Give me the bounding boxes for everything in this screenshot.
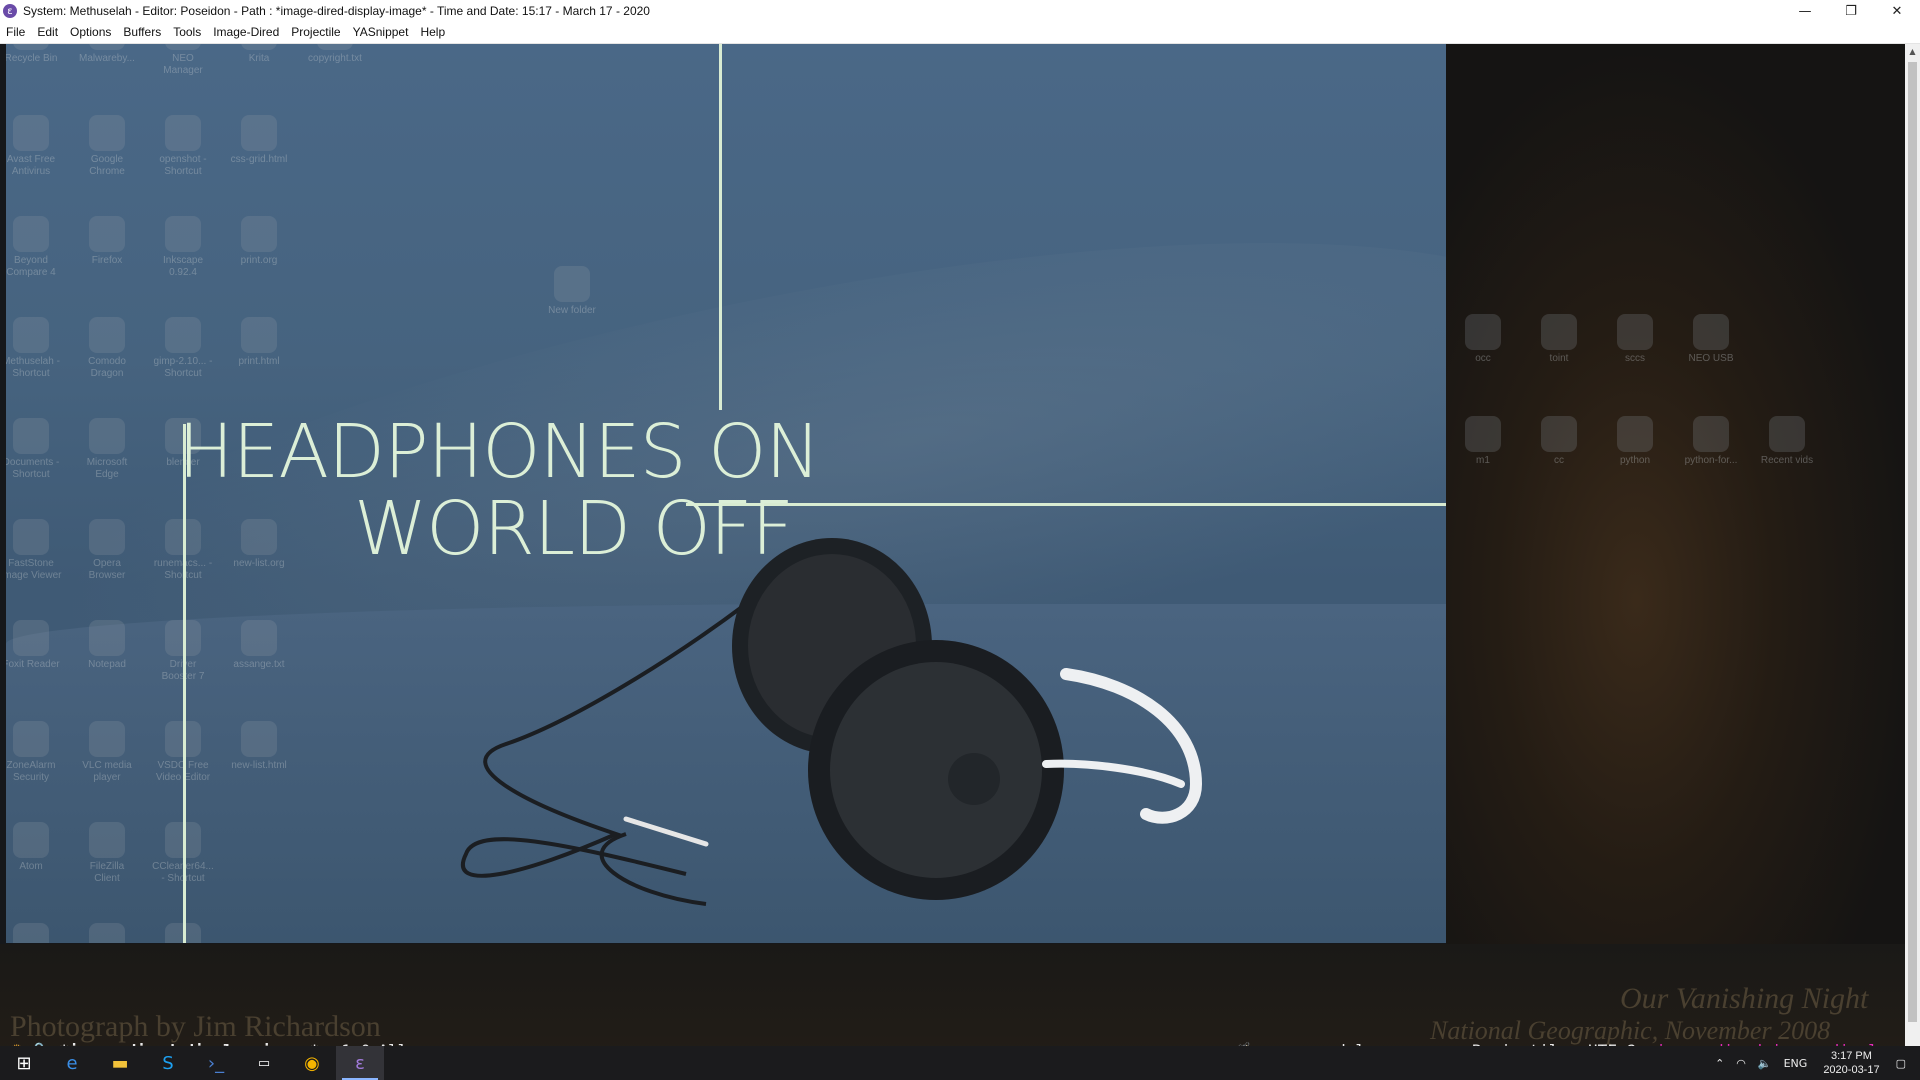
scroll-up-arrow-icon[interactable]: ▲ <box>1905 44 1920 59</box>
desktop-icon-label: sccs <box>1625 353 1645 364</box>
folder-icon <box>1617 416 1653 452</box>
notifications-icon[interactable]: ▢ <box>1896 1057 1906 1070</box>
folder-icon <box>1465 416 1501 452</box>
window-title-bar[interactable]: ε System: Methuselah - Editor: Poseidon … <box>0 0 1920 22</box>
menu-yasnippet[interactable]: YASnippet <box>347 22 415 43</box>
clock[interactable]: 3:17 PM 2020-03-17 <box>1823 1049 1879 1077</box>
menu-tools[interactable]: Tools <box>167 22 207 43</box>
desktop-icon[interactable]: python <box>1604 416 1666 467</box>
folder-icon <box>1617 314 1653 350</box>
powershell-icon[interactable]: ›_ <box>192 1046 240 1080</box>
folder-icon <box>1693 314 1729 350</box>
volume-icon[interactable]: 🔈 <box>1758 1057 1772 1070</box>
menu-file[interactable]: File <box>0 22 31 43</box>
desktop-icon[interactable]: python-for... <box>1680 416 1742 467</box>
desktop-icon[interactable]: NEO USB <box>1680 314 1742 365</box>
desktop-icon-label: python <box>1619 455 1651 466</box>
desktop-icon-label: m1 <box>1476 455 1490 466</box>
chrome-canary-icon[interactable]: ◉ <box>288 1046 336 1080</box>
wallpaper-title: Our Vanishing Night <box>1620 982 1869 1015</box>
editor-window[interactable]: impsocctointsccsNEO USB m1ccpythonpython… <box>0 44 1920 1056</box>
desktop-icon-label: cc <box>1554 455 1564 466</box>
menu-buffers[interactable]: Buffers <box>117 22 167 43</box>
folder-icon <box>1541 314 1577 350</box>
desktop-icon[interactable]: sccs <box>1604 314 1666 365</box>
network-icon[interactable]: ◠ <box>1736 1057 1746 1070</box>
window-controls: — ❐ ✕ <box>1782 0 1920 22</box>
desktop-icon[interactable]: occ <box>1452 314 1514 365</box>
close-button[interactable]: ✕ <box>1874 0 1920 22</box>
taskbar: ⊞ e ▬ S ›_ ▭ ◉ ε ⌃ ◠ 🔈 ENG 3:17 PM 2020-… <box>0 1046 1920 1080</box>
folder-icon <box>1769 416 1805 452</box>
desktop-icon-label: python-for... <box>1684 455 1738 466</box>
skype-icon[interactable]: S <box>144 1046 192 1080</box>
menu-edit[interactable]: Edit <box>31 22 64 43</box>
desktop-icon[interactable]: m1 <box>1452 416 1514 467</box>
desktop-icon[interactable]: Recent vids <box>1756 416 1818 467</box>
minimize-button[interactable]: — <box>1782 0 1828 22</box>
desktop-icon-label: Recent vids <box>1760 455 1814 466</box>
edge-icon[interactable]: e <box>48 1046 96 1080</box>
wallpaper <box>1446 44 1920 1056</box>
desktop-icon-label: NEO USB <box>1688 353 1734 364</box>
scroll-thumb[interactable] <box>1908 62 1917 1022</box>
system-tray: ⌃ ◠ 🔈 ENG 3:17 PM 2020-03-17 ▢ <box>1709 1046 1920 1080</box>
menu-image-dired[interactable]: Image-Dired <box>207 22 285 43</box>
menu-options[interactable]: Options <box>64 22 117 43</box>
menu-bar: File Edit Options Buffers Tools Image-Di… <box>0 22 1920 44</box>
window-title: System: Methuselah - Editor: Poseidon - … <box>23 4 650 18</box>
desktop-icon-label: occ <box>1475 353 1491 364</box>
clock-time: 3:17 PM <box>1830 1050 1872 1062</box>
clock-date: 2020-03-17 <box>1823 1064 1880 1076</box>
folder-icon <box>1465 314 1501 350</box>
language-indicator[interactable]: ENG <box>1784 1057 1808 1070</box>
menu-help[interactable]: Help <box>414 22 451 43</box>
chevron-up-icon[interactable]: ⌃ <box>1715 1057 1724 1070</box>
windows-start-icon[interactable]: ⊞ <box>0 1046 48 1080</box>
restore-button[interactable]: ❐ <box>1828 0 1874 22</box>
desktop-icon-label: toint <box>1549 353 1569 364</box>
desktop-icon[interactable]: toint <box>1528 314 1590 365</box>
desktop-icon[interactable]: cc <box>1528 416 1590 467</box>
terminal-icon[interactable]: ▭ <box>240 1046 288 1080</box>
vertical-scrollbar[interactable]: ▲ <box>1905 44 1920 1056</box>
displayed-image: Recycle Bin Malwareby... NEO Manager Krita c… <box>6 44 1446 943</box>
file-explorer-icon[interactable]: ▬ <box>96 1046 144 1080</box>
folder-icon <box>1541 416 1577 452</box>
headphones-illustration <box>461 538 1203 906</box>
menu-projectile[interactable]: Projectile <box>285 22 346 43</box>
folder-icon <box>1693 416 1729 452</box>
emacs-icon: ε <box>3 4 17 18</box>
emacs-icon[interactable]: ε <box>336 1046 384 1080</box>
